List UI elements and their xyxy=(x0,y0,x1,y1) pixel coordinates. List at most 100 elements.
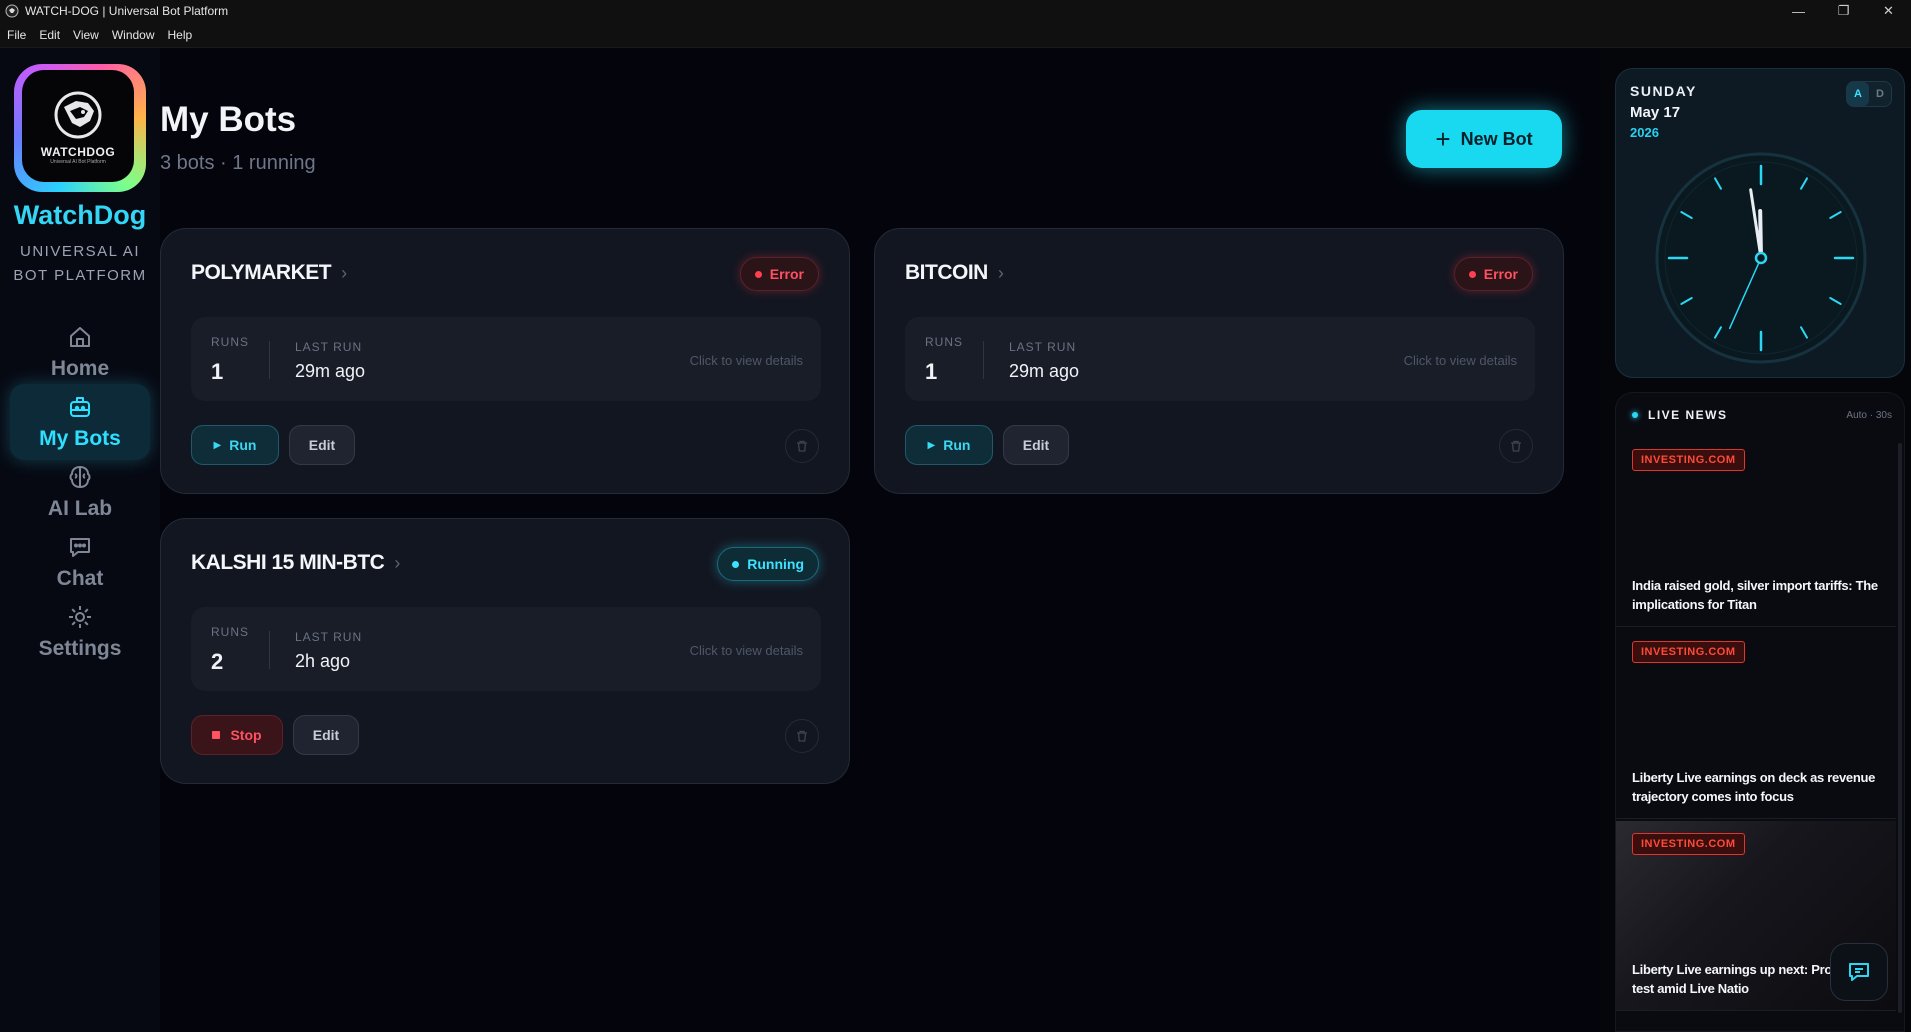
trash-icon xyxy=(797,730,807,742)
minimize-button[interactable]: — xyxy=(1776,0,1821,22)
status-dot-icon xyxy=(732,560,740,568)
menu-bar: File Edit View Window Help xyxy=(0,22,1911,48)
run-button[interactable]: ▶ Run xyxy=(905,425,993,465)
plus-icon: + xyxy=(1435,124,1451,154)
logo[interactable]: WATCHDOG Universal AI Bot Platform xyxy=(14,64,146,192)
message-icon xyxy=(1849,963,1869,981)
dog-logo-icon xyxy=(54,91,102,139)
news-header: LIVE NEWS Auto · 30s xyxy=(1616,393,1904,437)
nav-home[interactable]: Home xyxy=(10,314,150,390)
view-details-hint: Click to view details xyxy=(689,643,803,658)
clock-mode-toggle: A D xyxy=(1846,81,1892,107)
bot-name[interactable]: KALSHI 15 MIN-BTC › xyxy=(191,551,400,575)
trash-icon xyxy=(797,440,807,452)
logo-text: WATCHDOG xyxy=(40,145,116,159)
status-dot-icon xyxy=(1468,270,1476,278)
bot-name[interactable]: POLYMARKET › xyxy=(191,261,347,285)
news-scrollbar[interactable] xyxy=(1898,443,1902,1013)
stop-icon xyxy=(212,731,221,739)
main-content: My Bots 3 bots · 1 running + New Bot POL… xyxy=(160,48,1600,1032)
nav-ai-lab[interactable]: AI Lab xyxy=(10,454,150,530)
nav-settings[interactable]: Settings xyxy=(10,594,150,670)
bot-stats-panel[interactable]: RUNS 2 LAST RUN 2h ago Click to view det… xyxy=(191,607,821,691)
news-item[interactable]: INVESTING.COM India raised gold, silver … xyxy=(1616,437,1896,627)
menu-window[interactable]: Window xyxy=(106,28,161,42)
analog-toggle[interactable]: A xyxy=(1847,82,1869,106)
chevron-right-icon: › xyxy=(997,263,1004,283)
chat-fab-button[interactable] xyxy=(1830,943,1888,1001)
window-title: WATCH-DOG | Universal Bot Platform xyxy=(25,4,229,18)
status-dot-icon xyxy=(754,270,762,278)
edit-button[interactable]: Edit xyxy=(289,425,355,465)
bot-card-kalshi[interactable]: KALSHI 15 MIN-BTC › Running RUNS 2 LAST R… xyxy=(160,518,850,784)
trash-icon xyxy=(1511,440,1521,452)
status-badge: Running xyxy=(717,547,819,581)
maximize-button[interactable]: ❐ xyxy=(1821,0,1866,22)
bot-name[interactable]: BITCOIN › xyxy=(905,261,1004,285)
menu-file[interactable]: File xyxy=(1,28,32,42)
runs-value: 1 xyxy=(211,359,224,384)
delete-button[interactable] xyxy=(1499,429,1533,463)
status-badge: Error xyxy=(739,257,819,291)
app-icon xyxy=(5,4,19,18)
news-headline: India raised gold, silver import tariffs… xyxy=(1632,578,1878,612)
nav-my-bots-label: My Bots xyxy=(39,427,121,450)
runs-value: 1 xyxy=(925,359,938,384)
brand-tagline: UNIVERSAL AI BOT PLATFORM xyxy=(13,243,147,284)
runs-label: RUNS xyxy=(211,625,250,639)
nav-settings-label: Settings xyxy=(38,637,122,660)
play-icon: ▶ xyxy=(927,439,936,451)
bot-stats-panel[interactable]: RUNS 1 LAST RUN 29m ago Click to view de… xyxy=(191,317,821,401)
nav-my-bots[interactable]: My Bots xyxy=(10,384,150,460)
view-details-hint: Click to view details xyxy=(1403,353,1517,368)
news-source-badge: INVESTING.COM xyxy=(1632,449,1745,471)
view-details-hint: Click to view details xyxy=(689,353,803,368)
close-button[interactable]: ✕ xyxy=(1866,0,1911,22)
gear-icon xyxy=(69,606,91,628)
last-run-value: 29m ago xyxy=(295,361,366,381)
stop-button[interactable]: Stop xyxy=(191,715,283,755)
window-controls: — ❐ ✕ xyxy=(1776,0,1911,22)
digital-toggle[interactable]: D xyxy=(1869,82,1891,106)
edit-button[interactable]: Edit xyxy=(293,715,359,755)
auto-refresh-label: Auto · 30s xyxy=(1846,409,1892,421)
divider xyxy=(269,341,270,379)
bot-card-bitcoin[interactable]: BITCOIN › Error RUNS 1 LAST RUN 29m ago C… xyxy=(874,228,1564,494)
right-panel: SUNDAY May 17 2026 A D LIVE NEWS Auto · … xyxy=(1600,48,1911,1032)
nav-ai-lab-label: AI Lab xyxy=(47,497,113,520)
divider xyxy=(269,631,270,669)
runs-label: RUNS xyxy=(925,335,964,349)
news-widget: LIVE NEWS Auto · 30s INVESTING.COM India… xyxy=(1615,392,1905,1032)
last-run-label: LAST RUN xyxy=(295,630,363,644)
logo-subtitle: Universal AI Bot Platform xyxy=(50,159,106,165)
menu-edit[interactable]: Edit xyxy=(33,28,66,42)
nav-chat-label: Chat xyxy=(56,567,104,590)
brain-icon xyxy=(69,465,91,489)
clock-year: 2026 xyxy=(1630,125,1659,140)
bot-stats-panel[interactable]: RUNS 1 LAST RUN 29m ago Click to view de… xyxy=(905,317,1535,401)
bot-card-polymarket[interactable]: POLYMARKET › Error RUNS 1 LAST RUN 29m ag… xyxy=(160,228,850,494)
app-window: WATCH-DOG | Universal Bot Platform — ❐ ✕… xyxy=(0,0,1911,1032)
runs-value: 2 xyxy=(211,649,224,674)
nav-chat[interactable]: Chat xyxy=(10,524,150,600)
menu-view[interactable]: View xyxy=(67,28,105,42)
clock-day: SUNDAY xyxy=(1630,83,1697,99)
status-badge: Error xyxy=(1453,257,1533,291)
new-bot-button[interactable]: + New Bot xyxy=(1406,110,1562,168)
last-run-value: 2h ago xyxy=(295,651,351,671)
news-item[interactable]: INVESTING.COM Liberty Live earnings on d… xyxy=(1616,629,1896,819)
delete-button[interactable] xyxy=(785,429,819,463)
analog-clock xyxy=(1655,152,1867,364)
news-headline: Liberty Live earnings on deck as revenue… xyxy=(1632,770,1876,804)
menu-help[interactable]: Help xyxy=(162,28,199,42)
chevron-right-icon: › xyxy=(341,263,347,283)
nav-home-label: Home xyxy=(50,357,110,380)
delete-button[interactable] xyxy=(785,719,819,753)
last-run-label: LAST RUN xyxy=(1009,340,1077,354)
play-icon: ▶ xyxy=(213,439,222,451)
clock-date: May 17 xyxy=(1630,104,1681,121)
bot-icon xyxy=(70,397,90,417)
edit-button[interactable]: Edit xyxy=(1003,425,1069,465)
run-button[interactable]: ▶ Run xyxy=(191,425,279,465)
home-icon xyxy=(70,327,90,347)
